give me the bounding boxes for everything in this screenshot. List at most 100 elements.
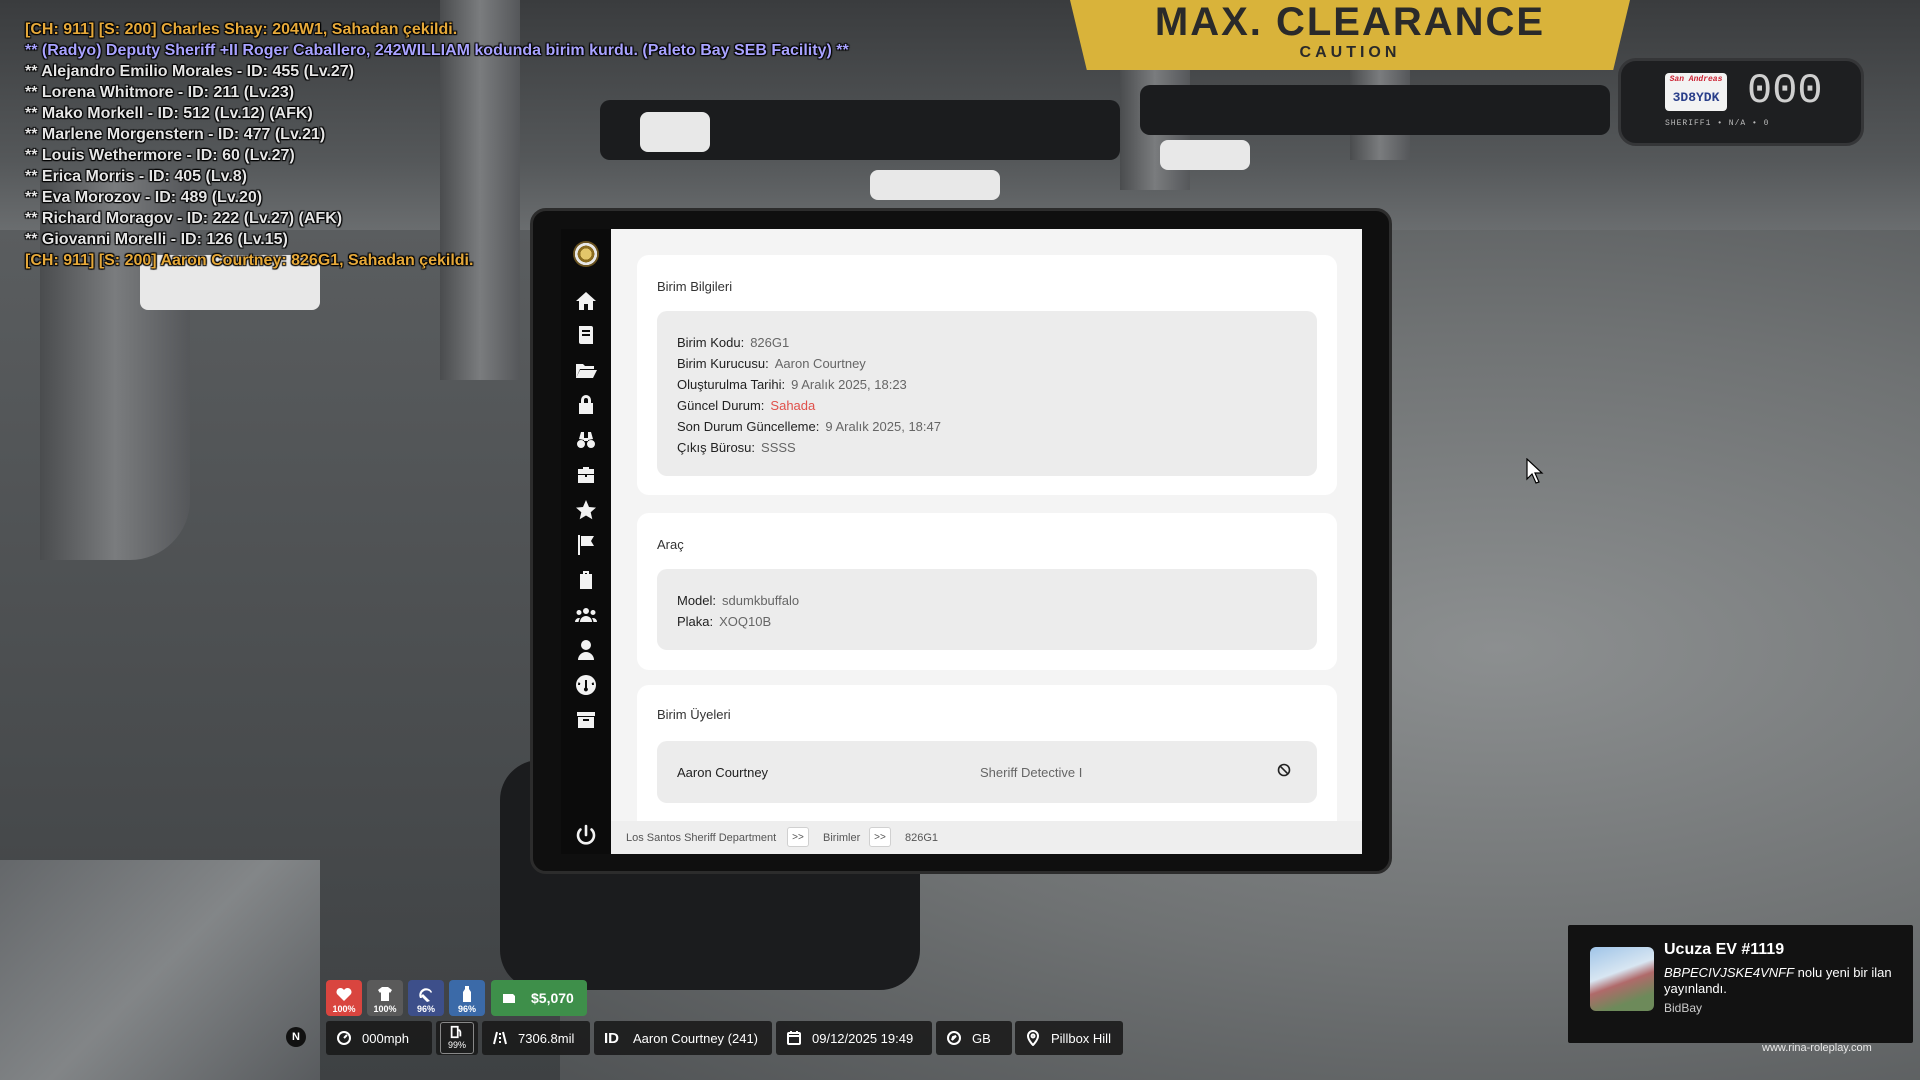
member-rank: Sheriff Detective I — [980, 765, 1083, 780]
compass-north: N — [286, 1027, 306, 1047]
parked-car — [870, 170, 1000, 200]
members-title: Birim Üyeleri — [657, 707, 731, 722]
plate-number: 3D8YDK — [1672, 90, 1720, 105]
home-icon[interactable] — [571, 287, 601, 315]
sign-subtitle: CAUTION — [1299, 44, 1401, 61]
status-value: Sahada — [770, 398, 816, 413]
hunger-stat: 96% — [408, 980, 444, 1016]
archive-icon[interactable] — [571, 706, 601, 734]
shirt-icon — [378, 987, 392, 1001]
unit-info-box: Birim Kodu: 826G1 Birim Kurucusu: Aaron Co… — [657, 311, 1317, 476]
gauge-icon[interactable] — [571, 671, 601, 699]
users-icon[interactable] — [571, 601, 601, 629]
thirst-stat: 96% — [449, 980, 485, 1016]
compass-icon — [947, 1031, 961, 1045]
location-display: Pillbox Hill — [1015, 1021, 1123, 1055]
members-card: Birim Üyeleri Aaron Courtney Sheriff Det… — [637, 685, 1337, 821]
wallet-icon — [503, 994, 515, 1003]
unit-info-card: Birim Bilgileri Birim Kodu: 826G1 Birim K… — [637, 255, 1337, 495]
datetime-display: 09/12/2025 19:49 — [776, 1021, 932, 1055]
calendar-icon — [787, 1031, 801, 1045]
breadcrumb-current: 826G1 — [905, 832, 939, 844]
power-icon[interactable] — [571, 821, 601, 849]
distance-display: 7306.8mil — [482, 1021, 590, 1055]
lock-icon[interactable] — [571, 391, 601, 419]
user-icon[interactable] — [571, 636, 601, 664]
member-row: Aaron Courtney Sheriff Detective I — [657, 741, 1317, 803]
chat-line: ** Erica Morris - ID: 405 (Lv.8) — [25, 168, 247, 185]
tablet-screen: Birim Bilgileri Birim Kodu: 826G1 Birim K… — [561, 229, 1362, 854]
chat-line: ** Lorena Whitmore - ID: 211 (Lv.23) — [25, 84, 295, 101]
unit-code-row: Birim Kodu: 826G1 — [677, 335, 790, 350]
heart-icon — [336, 987, 352, 1001]
chat-line: ** Alejandro Emilio Morales - ID: 455 (L… — [25, 63, 354, 80]
license-plate: San Andreas 3D8YDK — [1665, 73, 1727, 111]
house-thumbnail — [1590, 947, 1654, 1011]
notification-title: Ucuza EV #1119 — [1664, 941, 1785, 958]
suitcase-icon[interactable] — [571, 566, 601, 594]
unit-last-update-row: Son Durum Güncelleme: 9 Aralık 2025, 18:4… — [677, 419, 941, 434]
dashcam-sub: SHERIFF1 • N/A • 0 — [1665, 119, 1770, 128]
sign-title: MAX. CLEARANCE — [1154, 0, 1546, 44]
parked-car — [1160, 140, 1250, 170]
breadcrumb-separator: >> — [869, 827, 891, 847]
speed-display: 000mph — [326, 1021, 432, 1055]
remove-member-icon[interactable] — [1277, 763, 1291, 777]
fuel-display: 99% — [436, 1021, 478, 1055]
chat-line: ** Mako Morkell - ID: 512 (Lv.12) (AFK) — [25, 105, 313, 122]
player-name: Aaron Courtney (241) — [633, 1030, 759, 1046]
money-display: $5,070 — [491, 980, 587, 1016]
dashcam-display: San Andreas 3D8YDK 000 SHERIFF1 • N/A • … — [1618, 58, 1864, 146]
notification-popup[interactable]: Ucuza EV #1119 BBPECIVJSKE4VNFF nolu yen… — [1568, 925, 1913, 1043]
speedometer-icon — [337, 1031, 351, 1045]
fuel-icon — [450, 1025, 462, 1039]
breadcrumb: Los Santos Sheriff Department >> Birimle… — [611, 821, 1362, 854]
chat-line: [CH: 911] [S: 200] Charles Shay: 204W1, … — [25, 21, 458, 38]
player-id-display: ID Aaron Courtney (241) — [594, 1021, 772, 1055]
max-clearance-sign: MAX. CLEARANCE CAUTION — [1070, 0, 1630, 70]
bottle-icon — [463, 986, 471, 1002]
dashcam-speed: 000 — [1747, 67, 1823, 115]
unit-detail-content: Birim Bilgileri Birim Kodu: 826G1 Birim K… — [611, 229, 1362, 821]
member-name: Aaron Courtney — [677, 765, 769, 780]
folder-open-icon[interactable] — [571, 356, 601, 384]
armor-stat: 100% — [367, 980, 403, 1016]
health-stat: 100% — [326, 980, 362, 1016]
food-icon — [419, 988, 432, 1002]
vehicle-card: Araç Model: sdumkbuffalo Plaka: XOQ10B — [637, 513, 1337, 670]
vehicle-plate-row: Plaka: XOQ10B — [677, 614, 772, 629]
unit-created-row: Oluşturulma Tarihi: 9 Aralık 2025, 18:23 — [677, 377, 907, 392]
plate-state: San Andreas — [1669, 75, 1723, 84]
chat-line: ** Louis Wethermore - ID: 60 (Lv.27) — [25, 147, 295, 164]
mdt-tablet: Birim Bilgileri Birim Kodu: 826G1 Birim K… — [530, 208, 1392, 874]
book-icon[interactable] — [571, 321, 601, 349]
vehicle-box: Model: sdumkbuffalo Plaka: XOQ10B — [657, 569, 1317, 650]
minimap — [0, 860, 320, 1080]
vehicle-title: Araç — [657, 537, 684, 552]
vehicle-model-row: Model: sdumkbuffalo — [677, 593, 800, 608]
map-pin-icon — [1026, 1030, 1040, 1046]
notification-source: BidBay — [1664, 1001, 1703, 1015]
notification-body: BBPECIVJSKE4VNFF nolu yeni bir ilan yayı… — [1664, 965, 1892, 996]
road-icon — [493, 1031, 507, 1045]
unit-office-row: Çıkış Bürosu: SSSS — [677, 440, 796, 455]
breadcrumb-separator: >> — [787, 827, 809, 847]
chat-line: ** Marlene Morgenstern - ID: 477 (Lv.21) — [25, 126, 326, 143]
binoculars-icon[interactable] — [571, 426, 601, 454]
breadcrumb-department[interactable]: Los Santos Sheriff Department — [626, 832, 776, 844]
chat-line: ** (Radyo) Deputy Sheriff +II Roger Caba… — [25, 42, 849, 59]
star-icon[interactable] — [571, 496, 601, 524]
unit-info-title: Birim Bilgileri — [657, 279, 733, 294]
briefcase-icon[interactable] — [571, 461, 601, 489]
id-label: ID — [604, 1029, 619, 1047]
unit-status-row: Güncel Durum: Sahada — [677, 398, 816, 413]
breadcrumb-units[interactable]: Birimler — [823, 832, 860, 844]
heading-display: GB — [936, 1021, 1012, 1055]
flag-icon[interactable] — [571, 531, 601, 559]
sidebar — [561, 229, 611, 854]
mouse-cursor-icon — [1526, 458, 1544, 484]
parked-cars — [1140, 85, 1610, 135]
unit-founder-row: Birim Kurucusu: Aaron Courtney — [677, 356, 866, 371]
chat-line: ** Eva Morozov - ID: 489 (Lv.20) — [25, 189, 263, 206]
sheriff-badge-logo — [573, 241, 599, 267]
